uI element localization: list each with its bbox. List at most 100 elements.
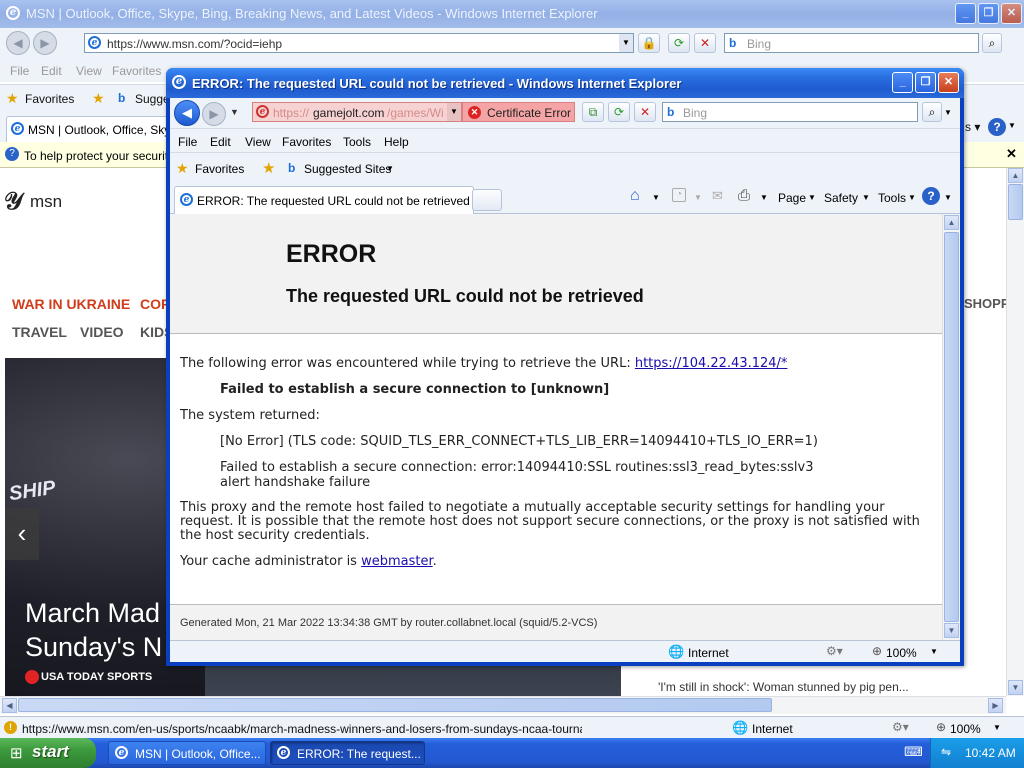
bg-vertical-scrollbar[interactable]: ▲ ▼	[1006, 168, 1024, 696]
bg-minimize-button[interactable]: _	[955, 3, 976, 24]
error-window[interactable]: e ERROR: The requested URL could not be …	[166, 68, 964, 666]
menu-view[interactable]: View	[245, 135, 271, 149]
scroll-up-icon[interactable]: ▲	[944, 215, 959, 230]
bg-menu-favorites[interactable]: Favorites	[112, 64, 161, 78]
bg-horizontal-scrollbar[interactable]: ◀ ▶	[0, 696, 1006, 714]
safety-menu[interactable]: Safety	[824, 191, 858, 205]
fg-address-bar[interactable]: e https:// gamejolt.com /games/Windo ▼	[252, 102, 462, 122]
fg-maximize-button[interactable]: ❐	[915, 72, 936, 93]
help-dropdown-icon[interactable]: ▼	[944, 193, 952, 202]
tools-menu[interactable]: Tools	[878, 191, 906, 205]
scroll-left-icon[interactable]: ◀	[2, 698, 17, 713]
new-tab-button[interactable]	[472, 189, 502, 211]
zoom-dropdown-icon[interactable]: ▼	[993, 723, 1001, 732]
protected-mode-icon[interactable]: ⚙▾	[826, 644, 843, 658]
taskbar-task-error[interactable]: e ERROR: The request...	[270, 741, 425, 765]
msn-logo-text[interactable]: msn	[30, 192, 62, 212]
bg-back-icon[interactable]: ◀	[6, 31, 30, 55]
search-icon[interactable]: ⌕	[922, 102, 942, 122]
scroll-thumb[interactable]	[944, 232, 959, 622]
add-favorites-icon[interactable]: ★	[92, 90, 105, 107]
nav-travel[interactable]: TRAVEL	[12, 324, 67, 340]
bg-maximize-button[interactable]: ❐	[978, 3, 999, 24]
feeds-icon[interactable]: ◔	[672, 188, 686, 202]
active-tab[interactable]: e ERROR: The requested URL could not be …	[174, 186, 474, 214]
hero-headline-1[interactable]: March Mad	[25, 598, 160, 629]
search-dropdown-icon[interactable]: ▼	[944, 108, 952, 117]
safety-dropdown-icon[interactable]: ▼	[862, 193, 870, 202]
tools-dropdown-icon[interactable]: ▼	[908, 193, 916, 202]
menu-favorites[interactable]: Favorites	[282, 135, 331, 149]
zoom-dropdown-icon[interactable]: ▼	[930, 647, 938, 656]
bg-tab[interactable]: e MSN | Outlook, Office, Skype	[6, 116, 171, 142]
help-icon[interactable]: ?	[922, 187, 940, 205]
nav-video[interactable]: VIDEO	[80, 324, 124, 340]
bg-help-icon[interactable]: ?	[988, 118, 1006, 136]
certificate-error-button[interactable]: ✕ Certificate Error	[462, 102, 575, 122]
fg-vertical-scrollbar[interactable]: ▲ ▼	[942, 214, 960, 640]
forward-icon[interactable]: ▶	[202, 102, 226, 126]
home-icon[interactable]: ⌂	[630, 187, 640, 205]
menu-edit[interactable]: Edit	[210, 135, 231, 149]
taskbar-task-msn[interactable]: e MSN | Outlook, Office...	[108, 741, 266, 765]
fg-minimize-button[interactable]: _	[892, 72, 913, 93]
zoom-icon[interactable]: ⊕	[872, 644, 882, 658]
hscroll-thumb[interactable]	[18, 698, 772, 712]
suggested-sites-button[interactable]: Suggested Sites	[304, 162, 391, 176]
keyboard-icon[interactable]: ⌨	[904, 744, 923, 760]
bg-menu-file[interactable]: File	[10, 64, 29, 78]
search-icon[interactable]: ⌕	[982, 33, 1002, 53]
lock-icon[interactable]: 🔒	[638, 33, 660, 53]
carousel-prev-button[interactable]: ‹	[5, 508, 39, 560]
scroll-thumb[interactable]	[1008, 184, 1023, 220]
network-icon[interactable]: ⇋	[941, 745, 951, 759]
suggested-dropdown-icon[interactable]: ▼	[386, 164, 394, 173]
print-icon[interactable]: ⎙	[738, 187, 750, 204]
mail-icon[interactable]: ✉	[712, 188, 723, 204]
bg-menu-edit[interactable]: Edit	[41, 64, 62, 78]
bg-title-bar[interactable]: e MSN | Outlook, Office, Skype, Bing, Br…	[0, 0, 1024, 28]
compat-view-icon[interactable]: ⧉	[582, 102, 604, 122]
clock[interactable]: 10:42 AM	[965, 746, 1016, 760]
favorites-button[interactable]: Favorites	[195, 162, 244, 176]
bg-favorites-label[interactable]: Favorites	[25, 92, 74, 106]
page-menu[interactable]: Page	[778, 191, 806, 205]
stop-icon[interactable]: ✕	[634, 102, 656, 122]
bg-tools-label[interactable]: s ▾	[965, 120, 980, 134]
refresh-icon[interactable]: ⟳	[608, 102, 630, 122]
bg-address-bar[interactable]: e https://www.msn.com/?ocid=iehp ▼	[84, 33, 634, 53]
back-icon[interactable]: ◀	[174, 100, 200, 126]
refresh-icon[interactable]: ⟳	[668, 33, 690, 53]
hero-headline-2[interactable]: Sunday's N	[25, 632, 162, 663]
nav-war-in-ukraine[interactable]: WAR IN UKRAINE	[12, 296, 130, 312]
menu-file[interactable]: File	[178, 135, 197, 149]
menu-tools[interactable]: Tools	[343, 135, 371, 149]
url-dropdown-icon[interactable]: ▼	[447, 103, 461, 121]
start-button[interactable]: ⊞ start	[0, 738, 96, 768]
scroll-right-icon[interactable]: ▶	[988, 698, 1003, 713]
fg-title-bar[interactable]: e ERROR: The requested URL could not be …	[166, 68, 964, 98]
home-dropdown-icon[interactable]: ▼	[652, 193, 660, 202]
feeds-dropdown-icon[interactable]: ▼	[694, 193, 702, 202]
stop-icon[interactable]: ✕	[694, 33, 716, 53]
bg-search-box[interactable]: b Bing	[724, 33, 979, 53]
scroll-up-icon[interactable]: ▲	[1008, 168, 1023, 183]
bg-status-zoom[interactable]: 100%	[950, 722, 981, 736]
dropdown-icon[interactable]: ▼	[619, 34, 633, 52]
bg-help-dropdown-icon[interactable]: ▼	[1008, 121, 1016, 130]
msn-logo-icon[interactable]: 𝒴	[4, 186, 23, 215]
fg-close-button[interactable]: ✕	[938, 72, 959, 93]
info-close-icon[interactable]: ✕	[1006, 146, 1017, 162]
menu-help[interactable]: Help	[384, 135, 409, 149]
scroll-down-icon[interactable]: ▼	[944, 623, 959, 638]
page-dropdown-icon[interactable]: ▼	[808, 193, 816, 202]
fg-status-zoom[interactable]: 100%	[886, 646, 917, 660]
scroll-down-icon[interactable]: ▼	[1008, 680, 1023, 695]
nav-shopping[interactable]: SHOPPI	[964, 296, 1006, 311]
protected-mode-icon[interactable]: ⚙▾	[892, 720, 909, 734]
bg-close-button[interactable]: ✕	[1001, 3, 1022, 24]
bg-menu-view[interactable]: View	[76, 64, 102, 78]
bg-forward-icon[interactable]: ▶	[33, 31, 57, 55]
zoom-icon[interactable]: ⊕	[936, 720, 946, 734]
history-dropdown-icon[interactable]: ▼	[230, 107, 239, 117]
